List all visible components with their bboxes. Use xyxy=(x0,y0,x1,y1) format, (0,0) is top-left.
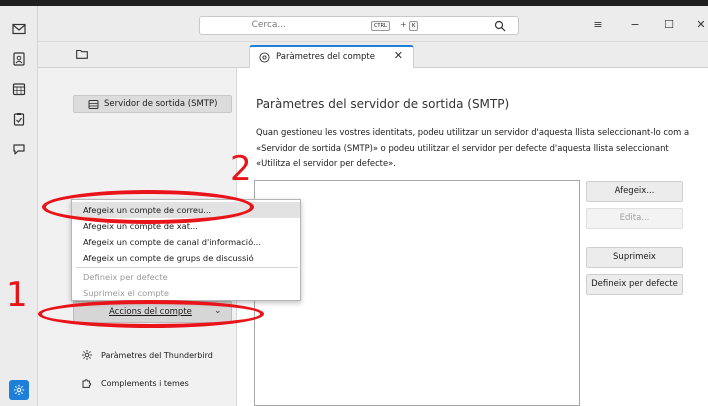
close-window-icon[interactable]: ✕ xyxy=(694,17,708,31)
page-title: Paràmetres del servidor de sortida (SMTP… xyxy=(256,97,510,111)
tasks-icon[interactable] xyxy=(10,110,28,128)
sidebar-item-label: Servidor de sortida (SMTP) xyxy=(104,99,218,109)
remove-button[interactable]: Suprimeix xyxy=(586,247,683,268)
set-default-button[interactable]: Defineix per defecte xyxy=(586,274,683,295)
app-menu-icon[interactable]: ≡ xyxy=(591,17,605,31)
shortcut-k-key: K xyxy=(409,21,419,31)
annotation-circle-two xyxy=(42,190,254,224)
addons-link[interactable]: Complements i temes xyxy=(81,376,189,390)
annotation-circle-one xyxy=(38,300,264,328)
search-placeholder: Cerca... xyxy=(251,20,286,30)
minimize-icon[interactable]: − xyxy=(628,17,642,31)
menu-item-remove-account: Suprimeix el compte xyxy=(83,288,169,298)
maximize-icon[interactable]: ☐ xyxy=(662,17,676,31)
tab-label: Paràmetres del compte xyxy=(276,52,375,62)
folder-icon[interactable] xyxy=(76,49,88,59)
chat-icon[interactable] xyxy=(10,140,28,158)
edit-button: Edita... xyxy=(586,208,683,229)
description-text: Quan gestioneu les vostres identitats, p… xyxy=(256,127,690,168)
search-icon xyxy=(494,20,506,32)
menu-item-set-default: Defineix per defecte xyxy=(83,272,168,282)
addons-label: Complements i temes xyxy=(101,378,189,388)
menu-separator xyxy=(76,267,298,268)
puzzle-icon xyxy=(82,379,92,388)
account-settings-icon xyxy=(259,52,270,63)
spaces-toolbar xyxy=(0,6,38,406)
address-book-icon[interactable] xyxy=(10,50,28,68)
add-button[interactable]: Afegeix... xyxy=(586,181,683,202)
tab-close-icon[interactable]: ✕ xyxy=(394,49,403,62)
search-input[interactable]: Cerca... CTRL + K xyxy=(199,16,519,35)
menu-item-add-newsgroup-account[interactable]: Afegeix un compte de grups de discussió xyxy=(72,250,300,266)
thunderbird-settings-link[interactable]: Paràmetres del Thunderbird xyxy=(81,348,213,362)
annotation-number-one: 1 xyxy=(6,275,28,315)
annotation-number-two: 2 xyxy=(230,149,252,189)
tab-account-settings[interactable]: Paràmetres del compte ✕ xyxy=(249,45,414,69)
tabs-bar: Paràmetres del compte ✕ xyxy=(38,42,708,69)
shortcut-ctrl-key: CTRL xyxy=(371,21,391,31)
calendar-icon[interactable] xyxy=(10,80,28,98)
shortcut-plus: + xyxy=(400,20,407,29)
sidebar-item-smtp[interactable]: Servidor de sortida (SMTP) xyxy=(73,95,232,113)
gear-icon xyxy=(82,350,92,360)
settings-icon[interactable] xyxy=(9,380,29,400)
outgoing-server-icon xyxy=(88,100,99,109)
mail-icon[interactable] xyxy=(10,20,28,38)
thunderbird-settings-label: Paràmetres del Thunderbird xyxy=(101,350,213,360)
menu-item-add-feed-account[interactable]: Afegeix un compte de canal d'informació.… xyxy=(72,234,300,250)
smtp-server-list[interactable] xyxy=(254,180,580,406)
title-bar: Cerca... CTRL + K ≡ − ☐ ✕ xyxy=(38,6,708,42)
main-content: Paràmetres del servidor de sortida (SMTP… xyxy=(237,68,708,406)
